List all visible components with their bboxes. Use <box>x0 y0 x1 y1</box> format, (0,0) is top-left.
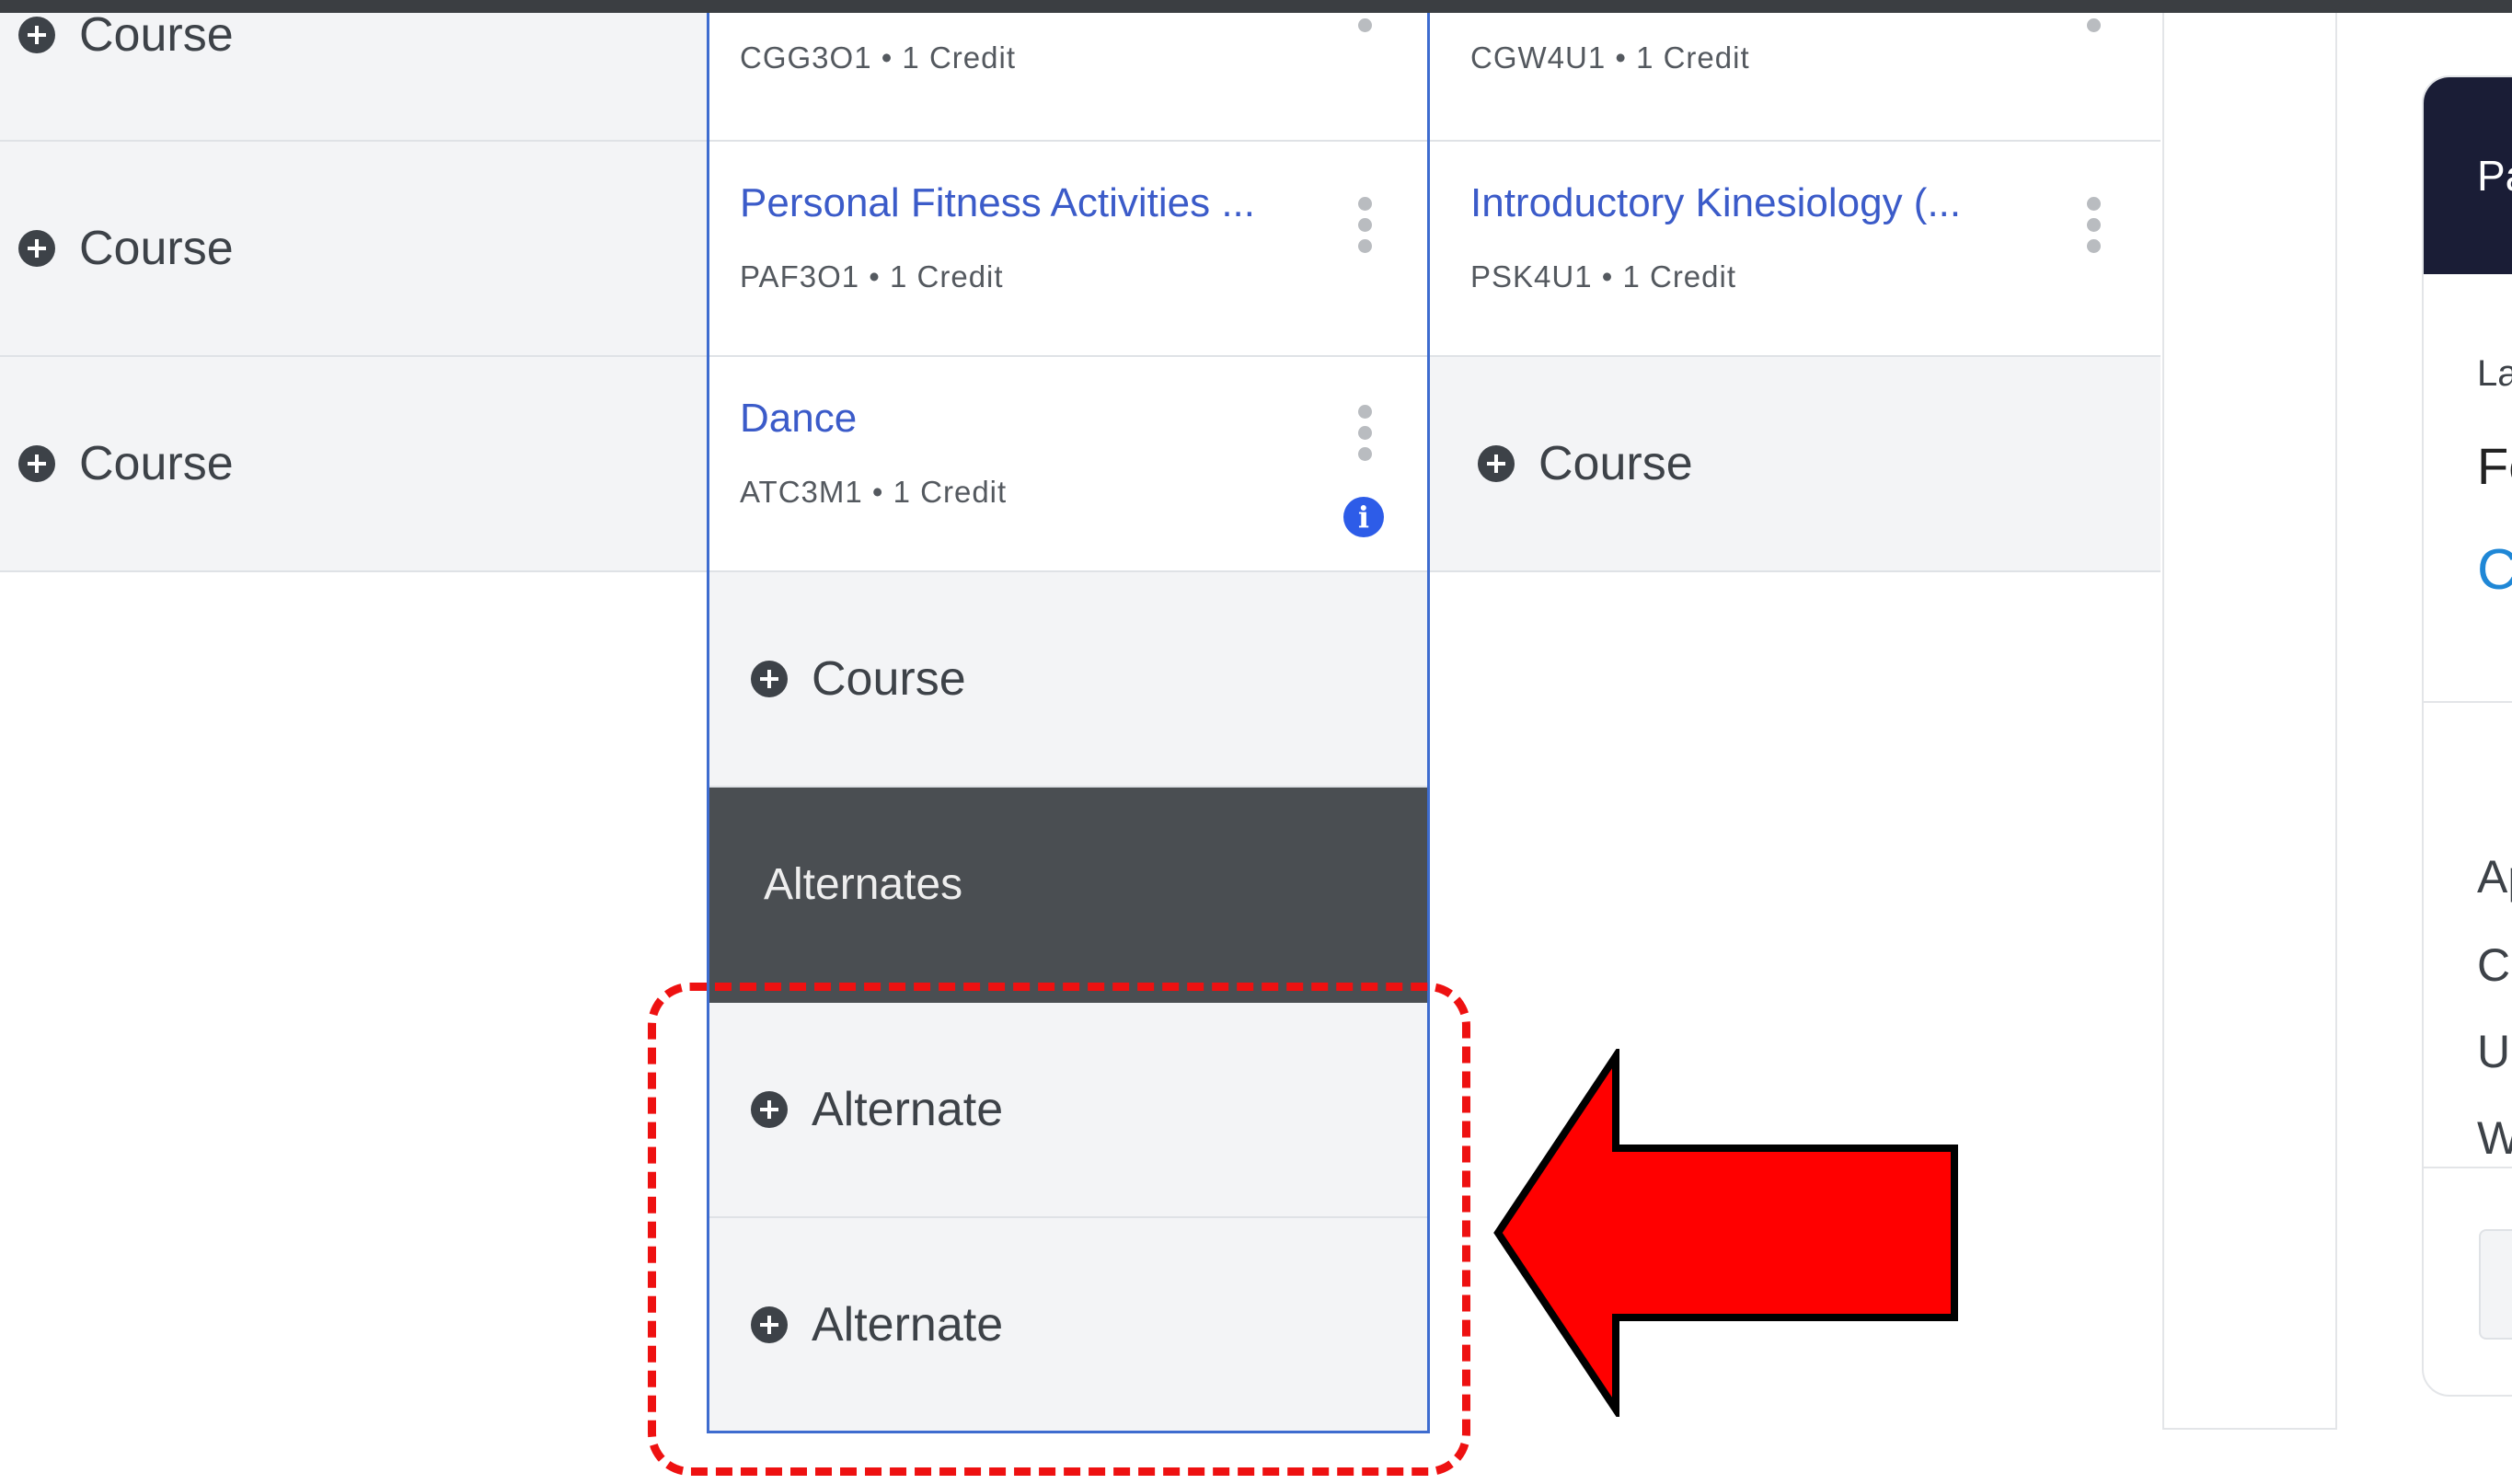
add-circle-icon <box>18 230 55 267</box>
course-code-credit: CGW4U1 • 1 Credit <box>1470 40 1750 75</box>
side-panel-title: Pa <box>2477 152 2512 200</box>
side-panel-line: Ap <box>2477 851 2512 903</box>
highlight-dashed-box <box>648 983 1470 1476</box>
side-panel-value: Fe <box>2477 437 2512 495</box>
course-title-link[interactable]: Introductory Kinesiology (... <box>1470 180 1961 226</box>
course-card[interactable]: Introductory Kinesiology (... PSK4U1 • 1… <box>1430 142 2161 357</box>
top-bar <box>0 0 2512 13</box>
add-circle-icon <box>18 445 55 482</box>
side-panel-line: C <box>2477 939 2511 991</box>
red-arrow-shape <box>1493 1049 1958 1417</box>
add-course-slot[interactable]: Course <box>1430 357 2161 572</box>
course-code-credit: PSK4U1 • 1 Credit <box>1470 259 1737 293</box>
more-options-icon[interactable] <box>2087 197 2102 260</box>
grid-gutter-panel <box>2162 13 2337 1430</box>
course-card[interactable]: CGW4U1 • 1 Credit <box>1430 13 2161 142</box>
side-panel-button[interactable] <box>2479 1229 2512 1340</box>
red-arrow-annotation <box>1493 1049 1958 1417</box>
side-panel-line: W <box>2477 1111 2512 1165</box>
add-circle-icon <box>18 17 55 53</box>
side-panel-line: U <box>2477 1026 2511 1077</box>
add-course-slot[interactable]: Course <box>0 8 707 142</box>
add-course-label: Course <box>79 437 234 490</box>
side-panel-divider <box>2424 701 2512 703</box>
add-course-slot[interactable]: Course <box>0 357 707 572</box>
add-course-slot[interactable]: Course <box>0 142 707 357</box>
add-course-label: Course <box>1538 437 1693 490</box>
side-panel-link[interactable]: C <box>2477 537 2512 603</box>
side-panel-divider <box>2424 1167 2512 1168</box>
side-panel: Pa La Fe C Ap C U W <box>2422 75 2512 1397</box>
add-course-label: Course <box>79 222 234 275</box>
side-panel-header: Pa <box>2424 77 2512 274</box>
side-panel-label: La <box>2477 353 2512 394</box>
more-options-icon[interactable] <box>2087 13 2102 40</box>
add-course-label: Course <box>79 8 234 62</box>
add-circle-icon <box>1478 445 1515 482</box>
